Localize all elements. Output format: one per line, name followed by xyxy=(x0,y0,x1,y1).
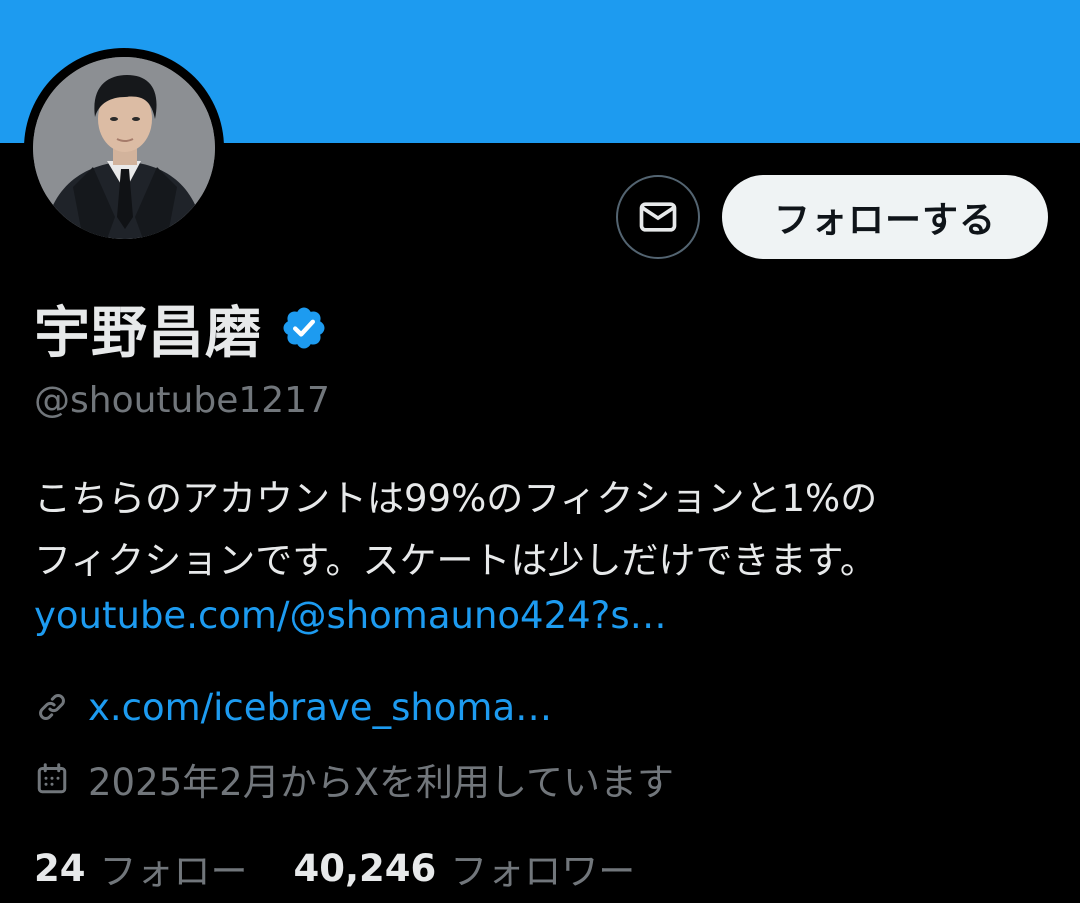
verified-badge-icon[interactable] xyxy=(280,304,328,352)
link-icon xyxy=(39,694,65,720)
avatar-image xyxy=(33,57,215,239)
profile-avatar[interactable] xyxy=(24,48,224,248)
display-name: 宇野昌磨 xyxy=(34,300,262,366)
following-label[interactable]: フォロー xyxy=(100,841,248,895)
bio-youtube-link[interactable]: youtube.com/@shomauno424?s… xyxy=(34,594,667,637)
following-count[interactable]: 24 xyxy=(34,847,86,890)
followers-count[interactable]: 40,246 xyxy=(294,847,437,890)
follow-stats: 24 フォロー 40,246 フォロワー xyxy=(34,840,635,896)
profile-website-link[interactable]: x.com/icebrave_shoma… xyxy=(88,686,552,729)
follow-button[interactable]: フォローする xyxy=(722,175,1048,259)
avatar-photo xyxy=(33,57,215,239)
join-date-text: 2025年2月からXを利用しています xyxy=(88,761,674,804)
join-date-row: 2025年2月からXを利用しています xyxy=(34,754,674,804)
calendar-icon xyxy=(37,763,67,794)
bio-line: フィクションです。スケートは少しだけできます。 xyxy=(34,539,877,582)
display-name-row: 宇野昌磨 xyxy=(34,292,328,366)
profile-bio: こちらのアカウントは99%のフィクションと1%の フィクションです。スケートは少… xyxy=(34,468,1044,592)
bio-line: こちらのアカウントは99%のフィクションと1%の xyxy=(34,477,878,520)
user-handle: @shoutube1217 xyxy=(34,380,330,421)
message-button[interactable] xyxy=(616,175,700,259)
envelope-icon xyxy=(639,202,677,232)
followers-label[interactable]: フォロワー xyxy=(450,841,635,895)
profile-website-row: x.com/icebrave_shoma… xyxy=(34,682,552,732)
